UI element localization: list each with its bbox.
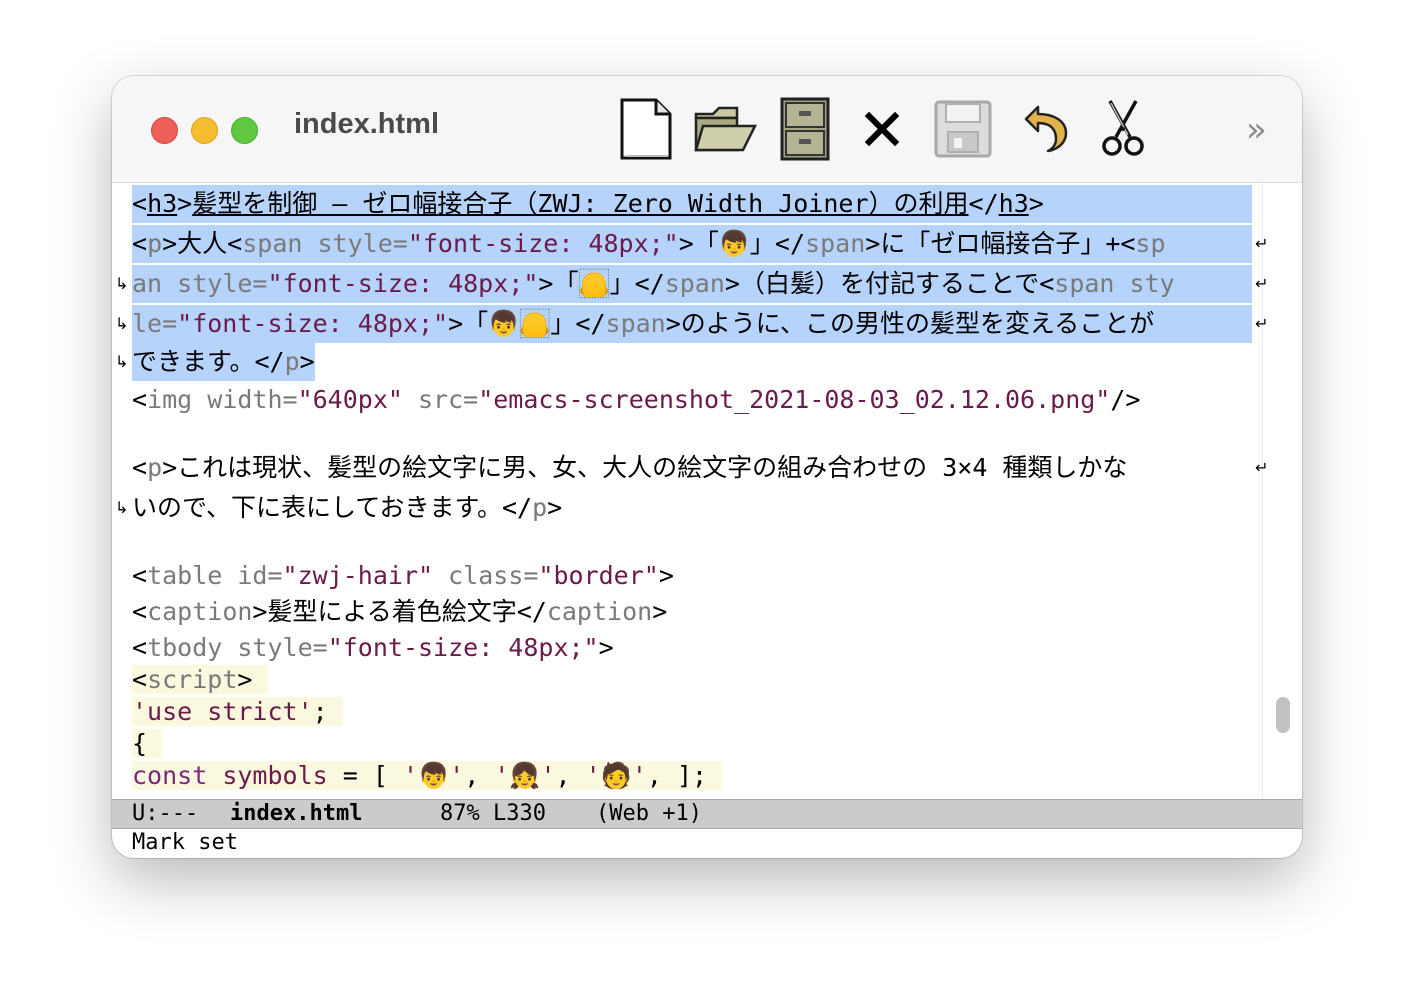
wrap-start-icon: ↳ [115,498,129,517]
wrap-continuation-icon: ↵ [1255,458,1269,477]
dired-button[interactable] [778,96,832,162]
cut-button[interactable] [1096,96,1150,162]
wrap-start-icon: ↳ [115,314,129,333]
open-folder-icon [694,106,757,152]
minimize-window-button[interactable] [191,117,218,144]
modeline-position: 87% L330 [440,801,546,826]
new-file-icon [620,98,672,160]
save-button[interactable] [932,96,994,162]
cabinet-icon [780,97,830,161]
cut-scissors-icon [1102,100,1144,156]
wrap-start-icon: ↳ [115,274,129,293]
toolbar-overflow-chevron-icon[interactable]: » [1246,110,1267,150]
code-line[interactable]: できます。</p> [132,343,315,381]
code-line[interactable]: <table id="zwj-hair" class="border"> [132,557,674,595]
code-line[interactable]: <caption>髪型による着色絵文字</caption> [132,593,667,631]
zoom-window-button[interactable] [231,117,258,144]
modeline-state: U:--- [132,801,199,826]
save-disk-icon [934,100,992,158]
scrollbar-thumb[interactable] [1276,697,1290,733]
code-line[interactable]: le="font-size: 48px;">「👦🦲」</span>のように、この… [132,305,1252,343]
code-line[interactable]: const symbols = [ '👦', '👧', '🧑', ]; [132,757,723,795]
close-x-icon [864,111,900,147]
code-line[interactable]: 'use strict'; [132,693,343,731]
kill-buffer-button[interactable] [858,96,906,162]
open-file-button[interactable] [692,96,758,162]
wrap-continuation-icon: ↵ [1255,314,1269,333]
wrap-continuation-icon: ↵ [1255,234,1269,253]
code-line[interactable]: <p>大人<span style="font-size: 48px;">「👦」<… [132,225,1252,263]
code-line[interactable]: <p>これは現状、髪型の絵文字に男、女、大人の絵文字の組み合わせの 3×4 種類… [132,449,1127,487]
echo-area: Mark set [132,830,238,855]
title-bar: index.html » [112,76,1302,183]
code-line[interactable]: いので、下に表にしておきます。</p> [132,489,562,527]
modeline-buffer-name[interactable]: index.html [230,800,362,828]
undo-icon [1024,105,1068,153]
undo-button[interactable] [1020,96,1070,162]
emacs-window: index.html » <h3>髪型を制御 ― ゼロ幅接合子（ZWJ: Zer… [112,76,1302,858]
code-line[interactable]: <img width="640px" src="emacs-screenshot… [132,381,1140,419]
window-title: index.html [294,108,440,140]
editor-buffer[interactable]: <h3>髪型を制御 ― ゼロ幅接合子（ZWJ: Zero Width Joine… [112,183,1302,799]
wrap-start-icon: ↳ [115,352,129,371]
new-file-button[interactable] [616,96,676,162]
code-line[interactable]: <h3>髪型を制御 ― ゼロ幅接合子（ZWJ: Zero Width Joine… [132,185,1252,223]
code-line[interactable]: an style="font-size: 48px;">「🦲」</span>（白… [132,265,1252,303]
close-window-button[interactable] [151,117,178,144]
modeline-mode[interactable]: (Web +1) [596,800,702,828]
wrap-continuation-icon: ↵ [1255,274,1269,293]
mode-line[interactable]: U:--- index.html 87% L330 (Web +1) [112,799,1302,829]
